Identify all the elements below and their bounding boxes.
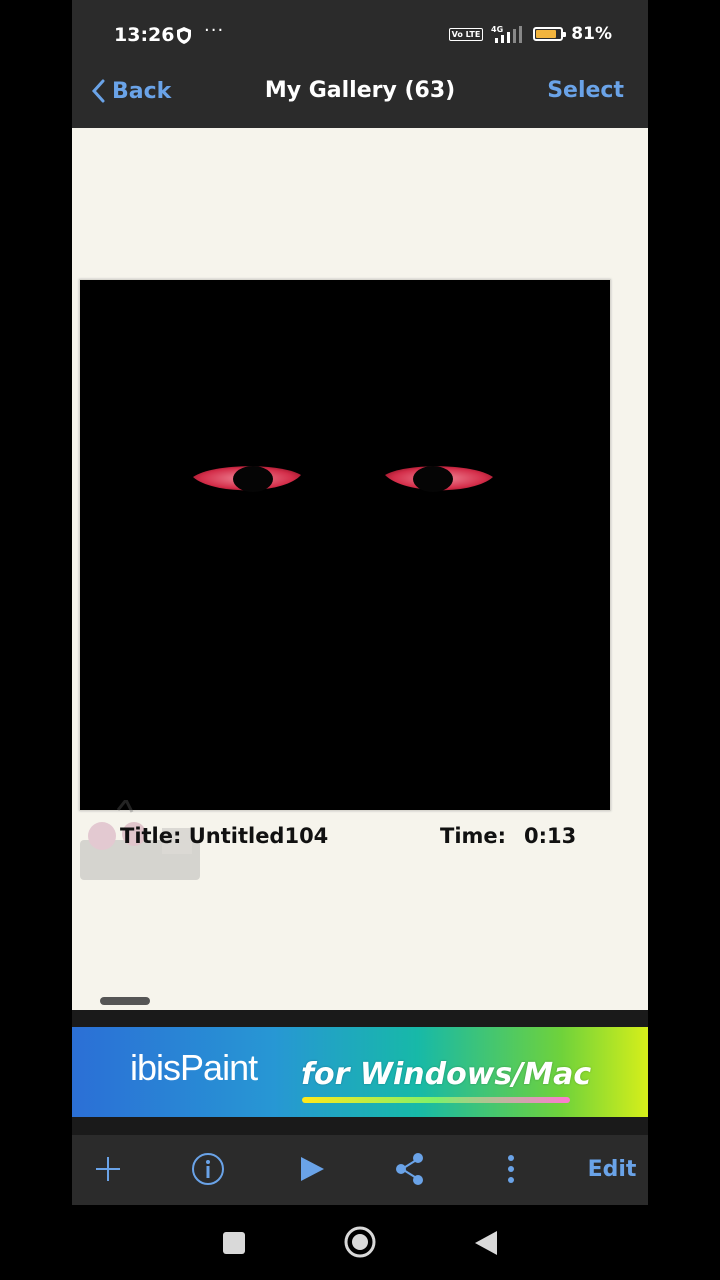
triangle-back-icon[interactable] bbox=[473, 1229, 499, 1257]
artwork-preview[interactable] bbox=[79, 279, 611, 811]
artwork-title: Title: Untitled104 bbox=[120, 824, 329, 848]
banner-bottom-strip bbox=[72, 1117, 648, 1135]
info-icon bbox=[192, 1153, 224, 1185]
system-navigation-bar bbox=[72, 1205, 648, 1280]
status-right: Vo LTE 4G 81% bbox=[448, 24, 612, 44]
ibispaint-logo: ibisPaint bbox=[130, 1047, 258, 1088]
screen: 13:26 ··· Vo LTE 4G 81% Back My Gallery … bbox=[72, 0, 648, 1280]
time-label: Time: bbox=[440, 824, 507, 848]
status-bar: 13:26 ··· Vo LTE 4G 81% bbox=[72, 0, 648, 72]
scroll-handle[interactable] bbox=[100, 997, 150, 1005]
more-button[interactable] bbox=[496, 1151, 526, 1187]
play-icon bbox=[301, 1157, 324, 1181]
add-button[interactable] bbox=[90, 1151, 126, 1187]
circle-icon[interactable] bbox=[343, 1225, 377, 1259]
edit-button[interactable]: Edit bbox=[584, 1151, 640, 1187]
volte-icon: Vo LTE bbox=[448, 27, 484, 41]
info-button[interactable] bbox=[190, 1151, 226, 1187]
status-time: 13:26 bbox=[114, 24, 175, 46]
play-button[interactable] bbox=[294, 1151, 330, 1187]
left-eye-drawing bbox=[193, 466, 301, 492]
bottom-toolbar: Edit bbox=[72, 1135, 648, 1205]
navigation-bar: Back My Gallery (63) Select bbox=[72, 72, 648, 128]
gallery-view[interactable]: Title: Untitled104 Time: 0:13 bbox=[72, 128, 648, 1010]
more-notifications-icon: ··· bbox=[204, 20, 225, 41]
banner-top-strip bbox=[72, 1010, 648, 1028]
signal-icon: 4G bbox=[491, 25, 523, 43]
banner-underline bbox=[302, 1097, 570, 1103]
plus-icon bbox=[96, 1157, 120, 1181]
right-eye-drawing bbox=[385, 466, 493, 492]
battery-percent: 81% bbox=[571, 24, 612, 44]
select-button[interactable]: Select bbox=[547, 78, 624, 103]
time-value: 0:13 bbox=[524, 824, 577, 848]
shield-icon bbox=[177, 27, 191, 44]
ibispaint-promo-banner[interactable]: ibisPaint for Windows/Mac bbox=[72, 1027, 648, 1117]
more-vertical-icon bbox=[508, 1155, 514, 1183]
banner-tagline: for Windows/Mac bbox=[301, 1057, 592, 1092]
svg-text:4G: 4G bbox=[491, 25, 503, 34]
artwork-info: Title: Untitled104 Time: 0:13 bbox=[72, 824, 648, 858]
square-icon[interactable] bbox=[221, 1230, 247, 1256]
share-button[interactable] bbox=[392, 1151, 428, 1187]
battery-icon bbox=[533, 27, 567, 41]
share-icon bbox=[396, 1153, 423, 1185]
